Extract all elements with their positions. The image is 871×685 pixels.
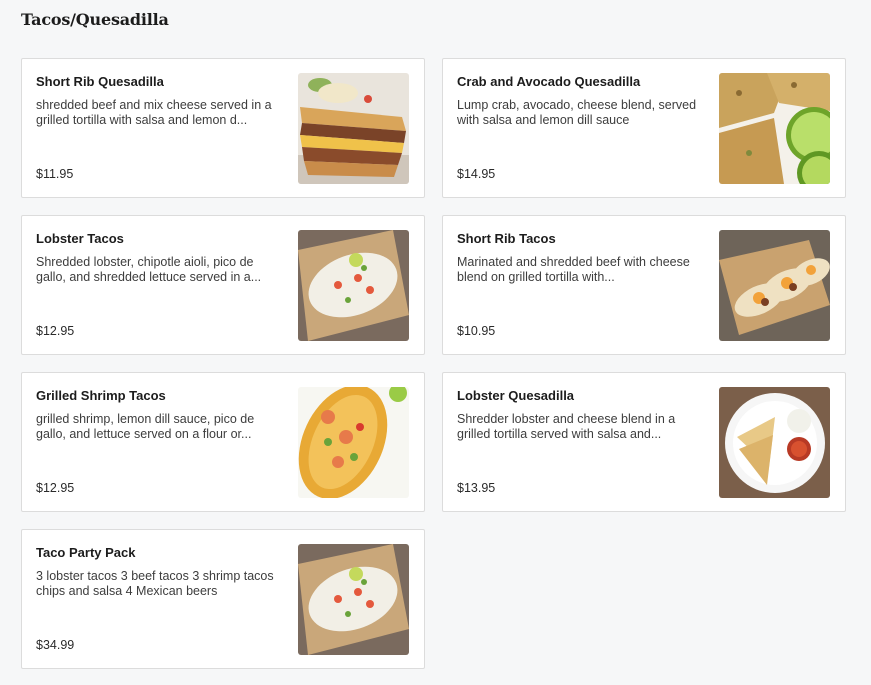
item-name: Taco Party Pack <box>36 545 136 560</box>
lobster-tacos-photo <box>298 230 409 341</box>
menu-item-card[interactable]: Short Rib Tacos Marinated and shredded b… <box>442 215 846 355</box>
menu-item-card[interactable]: Taco Party Pack 3 lobster tacos 3 beef t… <box>21 529 425 669</box>
item-description: 3 lobster tacos 3 beef tacos 3 shrimp ta… <box>36 569 274 598</box>
lobster-quesadilla-photo <box>719 387 830 498</box>
item-name: Lobster Tacos <box>36 231 124 246</box>
item-price: $12.95 <box>36 481 75 495</box>
menu-item-card[interactable]: Crab and Avocado Quesadilla Lump crab, a… <box>442 58 846 198</box>
menu-item-card[interactable]: Lobster Quesadilla Shredder lobster and … <box>442 372 846 512</box>
item-name: Short Rib Quesadilla <box>36 74 164 89</box>
item-name: Short Rib Tacos <box>457 231 556 246</box>
item-description: shredded beef and mix cheese served in a… <box>36 98 272 127</box>
item-description: Shredded lobster, chipotle aioli, pico d… <box>36 255 262 284</box>
short-rib-tacos-photo <box>719 230 830 341</box>
item-price: $10.95 <box>457 324 496 338</box>
item-name: Grilled Shrimp Tacos <box>36 388 166 403</box>
section-title: Tacos/Quesadilla <box>21 10 169 29</box>
item-description: Lump crab, avocado, cheese blend, served… <box>457 98 697 127</box>
item-description: Marinated and shredded beef with cheese … <box>457 255 690 284</box>
grilled-shrimp-tacos-photo <box>298 387 409 498</box>
item-description: grilled shrimp, lemon dill sauce, pico d… <box>36 412 255 441</box>
item-price: $11.95 <box>36 167 74 181</box>
taco-party-pack-photo <box>298 544 409 655</box>
item-price: $13.95 <box>457 481 496 495</box>
menu-item-card[interactable]: Lobster Tacos Shredded lobster, chipotle… <box>21 215 425 355</box>
item-name: Lobster Quesadilla <box>457 388 575 403</box>
menu-item-card[interactable]: Grilled Shrimp Tacos grilled shrimp, lem… <box>21 372 425 512</box>
menu-item-card[interactable]: Short Rib Quesadilla shredded beef and m… <box>21 58 425 198</box>
item-name: Crab and Avocado Quesadilla <box>457 74 641 89</box>
item-price: $12.95 <box>36 324 75 338</box>
crab-avocado-quesadilla-photo <box>719 73 830 184</box>
item-price: $34.99 <box>36 638 75 652</box>
item-description: Shredder lobster and cheese blend in a g… <box>457 412 676 441</box>
item-price: $14.95 <box>457 167 496 181</box>
short-rib-quesadilla-photo <box>298 73 409 184</box>
